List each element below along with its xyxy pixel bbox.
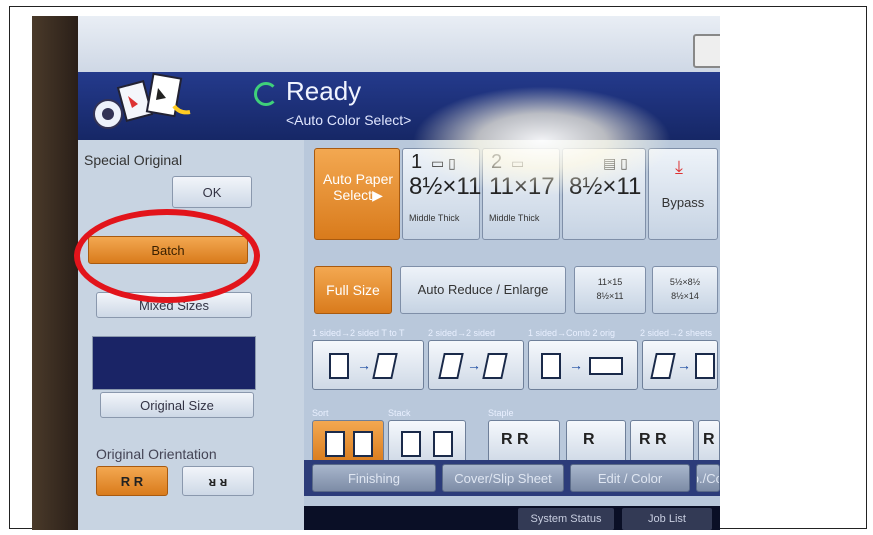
- duplex-2to1-button[interactable]: →: [642, 340, 718, 390]
- document-icon: [438, 353, 464, 379]
- sort-button[interactable]: [312, 420, 384, 464]
- duplex-2to2-button[interactable]: →: [428, 340, 524, 390]
- orientation-portrait-icon: R R: [120, 473, 144, 489]
- tray-icon: ▭ ▯: [431, 155, 456, 171]
- document-icon: [650, 353, 676, 379]
- system-bar: System Status Job List: [304, 506, 720, 530]
- auto-paper-select-button[interactable]: Auto Paper Select▶: [314, 148, 400, 240]
- orientation-option-1[interactable]: R R: [96, 466, 168, 496]
- duplex-combine-button[interactable]: →: [528, 340, 638, 390]
- arrow-right-icon: →: [467, 357, 481, 373]
- staple-label: Staple: [488, 408, 514, 418]
- tab-edit-color[interactable]: Edit / Color: [570, 464, 690, 492]
- function-tab-bar: Finishing Cover/Slip Sheet Edit / Color …: [304, 460, 720, 496]
- duplex-label-1: 1 sided→2 sided T to T: [312, 328, 405, 338]
- ok-button[interactable]: OK: [172, 176, 252, 208]
- tray-paper-type: Middle Thick: [409, 213, 460, 223]
- orientation-option-2[interactable]: ᴚ ᴚ: [182, 466, 254, 496]
- status-header: Ready <Auto Color Select>: [78, 72, 720, 140]
- staple-top-right-button[interactable]: R: [566, 420, 626, 464]
- staple-icon: R R: [501, 431, 529, 448]
- ratio-preset-2-top: 5½×8½: [669, 277, 701, 287]
- special-original-label: Special Original: [84, 152, 183, 168]
- bypass-button[interactable]: ⤓ Bypass: [648, 148, 718, 240]
- tray-size: 8½×11: [409, 173, 482, 200]
- orientation-landscape-icon: ᴚ ᴚ: [208, 473, 228, 489]
- tray-number: 2: [491, 151, 503, 173]
- batch-button[interactable]: Batch: [88, 236, 248, 264]
- tray-icon: ▭: [511, 155, 525, 171]
- mixed-sizes-button[interactable]: Mixed Sizes: [96, 292, 252, 318]
- duplex-1to2-button[interactable]: →: [312, 340, 424, 390]
- tab-dup-comb[interactable]: Dup./Comb: [696, 464, 720, 492]
- tray-size: 8½×11: [569, 173, 642, 200]
- top-right-button[interactable]: [693, 34, 720, 68]
- duplex-label-2: 2 sided→2 sided: [428, 328, 496, 338]
- bypass-label: Bypass: [661, 195, 705, 210]
- staple-icon: R: [703, 431, 715, 448]
- document-icon: [541, 353, 561, 379]
- original-orientation-label: Original Orientation: [96, 446, 217, 462]
- document-icon: [329, 353, 349, 379]
- tray-paper-type: Middle Thick: [489, 213, 540, 223]
- tray-number: 1: [411, 151, 423, 173]
- copier-logo-icon: [93, 72, 191, 129]
- sort-label: Sort: [312, 408, 329, 418]
- full-size-label: Full Size: [326, 282, 380, 298]
- ready-status-icon: [254, 82, 278, 106]
- staple-icon: R R: [639, 431, 667, 448]
- ratio-preset-1-button[interactable]: 11×15 8½×11: [574, 266, 646, 314]
- staple-double-button[interactable]: R R: [630, 420, 694, 464]
- ratio-preset-1-top: 11×15: [597, 277, 623, 287]
- original-size-button[interactable]: Original Size: [100, 392, 254, 418]
- original-size-display: [92, 336, 256, 390]
- sorted-pages-icon: [353, 431, 373, 457]
- special-original-panel: Special Original OK Batch Mixed Sizes Or…: [78, 140, 304, 530]
- system-status-button[interactable]: System Status: [518, 508, 614, 530]
- stacked-pages-icon: [433, 431, 453, 457]
- staple-top-left-button[interactable]: R R: [488, 420, 560, 464]
- duplex-label-4: 2 sided→2 sheets: [640, 328, 713, 338]
- arrow-right-icon: →: [569, 357, 583, 373]
- tray-1-button[interactable]: 1 ▭ ▯ 8½×11 Middle Thick: [402, 148, 482, 240]
- color-mode-text: <Auto Color Select>: [286, 112, 412, 128]
- sorted-pages-icon: [325, 431, 345, 457]
- tray-icon: ▤ ▯: [603, 155, 628, 171]
- document-icon: [482, 353, 508, 379]
- copier-photo: Ready <Auto Color Select> Special Origin…: [32, 16, 720, 530]
- tray-3-button[interactable]: ▤ ▯ 8½×11: [562, 148, 646, 240]
- auto-paper-label: Auto Paper Select▶: [322, 171, 394, 203]
- full-size-button[interactable]: Full Size: [314, 266, 392, 314]
- tab-cover-slip-sheet[interactable]: Cover/Slip Sheet: [442, 464, 564, 492]
- staple-more-button[interactable]: R: [698, 420, 720, 464]
- document-icon: [589, 357, 623, 375]
- document-icon: [372, 353, 398, 379]
- arrow-right-icon: →: [677, 357, 691, 373]
- copier-screen: Ready <Auto Color Select> Special Origin…: [78, 16, 720, 530]
- ratio-preset-2-button[interactable]: 5½×8½ 8½×14: [652, 266, 718, 314]
- document-icon: [695, 353, 715, 379]
- ratio-preset-2-bottom: 8½×14: [671, 291, 699, 301]
- duplex-label-3: 1 sided→Comb 2 orig: [528, 328, 616, 338]
- tab-finishing[interactable]: Finishing: [312, 464, 436, 492]
- status-text: Ready: [286, 76, 362, 106]
- tray-2-button[interactable]: 2 ▭ 11×17 Middle Thick: [482, 148, 560, 240]
- device-bezel: [32, 16, 78, 530]
- auto-reduce-enlarge-button[interactable]: Auto Reduce / Enlarge: [400, 266, 566, 314]
- stack-button[interactable]: [388, 420, 466, 464]
- ratio-preset-1-bottom: 8½×11: [596, 291, 624, 301]
- tray-size: 11×17: [489, 173, 555, 200]
- stack-label: Stack: [388, 408, 411, 418]
- auto-reduce-label: Auto Reduce / Enlarge: [417, 282, 549, 297]
- stacked-pages-icon: [401, 431, 421, 457]
- arrow-right-icon: →: [357, 357, 371, 373]
- bypass-tray-icon: ⤓: [675, 157, 683, 177]
- staple-icon: R: [583, 431, 595, 448]
- job-list-button[interactable]: Job List: [622, 508, 712, 530]
